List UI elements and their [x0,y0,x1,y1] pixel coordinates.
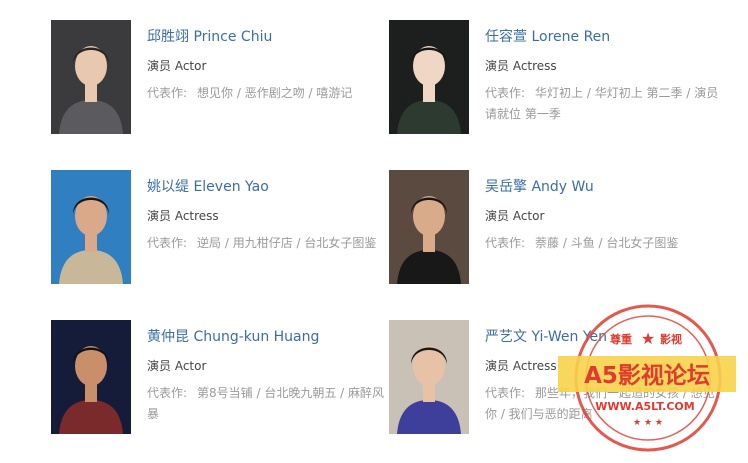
portrait-image [51,170,131,284]
portrait-image [389,320,469,434]
actor-works: 代表作: 那些年，我们一起追的女孩 / 想见你 / 我们与恶的距离 [485,383,725,425]
actor-photo[interactable] [389,170,469,284]
actor-works: 代表作: 萘藤 / 斗鱼 / 台北女子图鉴 [485,233,725,254]
portrait-image [389,20,469,134]
actor-card: 邱胜翊 Prince Chiu 演员 Actor 代表作: 想见你 / 恶作剧之吻… [51,20,391,150]
portrait-image [51,20,131,134]
actor-name-link[interactable]: 姚以缇 Eleven Yao [147,178,387,196]
actor-photo[interactable] [51,20,131,134]
works-list: 想见你 / 恶作剧之吻 / 嘻游记 [197,86,353,100]
actor-role: 演员 Actress [485,359,557,373]
actor-role: 演员 Actress [485,59,557,73]
actor-card: 姚以缇 Eleven Yao 演员 Actress 代表作: 逆局 / 用九柑仔店… [51,170,391,300]
actor-role: 演员 Actress [147,209,219,223]
actor-photo[interactable] [51,320,131,434]
works-label: 代表作: [485,236,526,250]
portrait-image [51,320,131,434]
actor-role: 演员 Actor [147,59,207,73]
actor-name-link[interactable]: 黄仲昆 Chung-kun Huang [147,328,387,346]
works-label: 代表作: [147,386,188,400]
portrait-image [389,170,469,284]
actor-name-link[interactable]: 吴岳擎 Andy Wu [485,178,725,196]
actor-card: 吴岳擎 Andy Wu 演员 Actor 代表作: 萘藤 / 斗鱼 / 台北女子图… [389,170,729,300]
actor-card: 任容萱 Lorene Ren 演员 Actress 代表作: 华灯初上 / 华灯初… [389,20,729,150]
actor-name-link[interactable]: 严艺文 Yi-Wen Yen [485,328,725,346]
works-label: 代表作: [485,86,526,100]
works-label: 代表作: [147,236,188,250]
actor-photo[interactable] [51,170,131,284]
actor-card: 黄仲昆 Chung-kun Huang 演员 Actor 代表作: 第8号当铺 /… [51,320,391,450]
actor-works: 代表作: 想见你 / 恶作剧之吻 / 嘻游记 [147,83,387,104]
actor-works: 代表作: 华灯初上 / 华灯初上 第二季 / 演员请就位 第一季 [485,83,725,125]
works-list: 逆局 / 用九柑仔店 / 台北女子图鉴 [197,236,377,250]
actor-photo[interactable] [389,320,469,434]
actor-name-link[interactable]: 任容萱 Lorene Ren [485,28,725,46]
actor-role: 演员 Actor [147,359,207,373]
works-label: 代表作: [485,386,526,400]
works-list: 萘藤 / 斗鱼 / 台北女子图鉴 [535,236,679,250]
works-label: 代表作: [147,86,188,100]
actor-role: 演员 Actor [485,209,545,223]
actor-card: 严艺文 Yi-Wen Yen 演员 Actress 代表作: 那些年，我们一起追的… [389,320,729,450]
actor-works: 代表作: 逆局 / 用九柑仔店 / 台北女子图鉴 [147,233,387,254]
actor-name-link[interactable]: 邱胜翊 Prince Chiu [147,28,387,46]
actor-works: 代表作: 第8号当铺 / 台北晚九朝五 / 麻醉风暴 [147,383,387,425]
actor-photo[interactable] [389,20,469,134]
